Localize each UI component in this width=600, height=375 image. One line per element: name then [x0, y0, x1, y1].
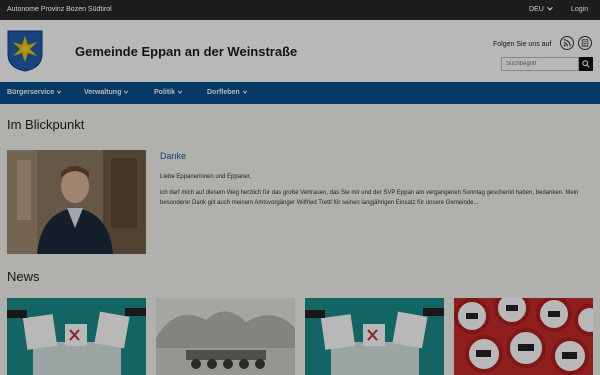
blickpunkt-heading: Im Blickpunkt — [7, 117, 85, 132]
rss-button[interactable] — [560, 36, 574, 50]
search-input[interactable] — [501, 57, 579, 71]
chevron-down-icon — [124, 90, 129, 95]
news-card-1[interactable] — [7, 298, 146, 375]
news-card-2[interactable] — [156, 298, 295, 375]
news-card-4[interactable] — [454, 298, 593, 375]
chevron-down-icon[interactable] — [546, 5, 554, 13]
nav-item-politik[interactable]: Politik — [154, 89, 183, 96]
news-heading: News — [7, 269, 40, 284]
newsletter-icon — [581, 39, 589, 47]
chevron-down-icon — [177, 90, 183, 95]
newsletter-button[interactable] — [578, 36, 592, 50]
search-button[interactable] — [579, 57, 593, 71]
article-title-link[interactable]: Danke — [160, 151, 186, 161]
nav-item-dorfleben[interactable]: Dorfleben — [207, 89, 248, 96]
site-title[interactable]: Gemeinde Eppan an der Weinstraße — [75, 44, 297, 59]
article-teaser: Liebe Eppanerinnen und Eppaner, ich darf… — [160, 172, 590, 214]
article-text: ich darf mich auf diesem Weg herzlich fü… — [160, 190, 579, 206]
nav-item-buergerservice[interactable]: Bürgerservice — [7, 89, 62, 96]
nav-item-verwaltung[interactable]: Verwaltung — [84, 89, 129, 96]
language-selector[interactable]: DEU — [529, 6, 544, 13]
top-bar: Autonome Provinz Bozen Südtirol DEU Logi… — [0, 0, 600, 20]
login-link[interactable]: Login — [571, 6, 588, 13]
follow-us-label: Folgen Sie uns auf — [493, 41, 552, 48]
article-greeting: Liebe Eppanerinnen und Eppaner, — [160, 174, 252, 180]
province-link[interactable]: Autonome Provinz Bozen Südtirol — [7, 6, 112, 13]
search-icon — [582, 60, 590, 68]
chevron-down-icon — [242, 90, 247, 95]
crest-logo[interactable] — [7, 30, 43, 72]
chevron-down-icon — [56, 90, 62, 95]
rss-icon — [563, 39, 571, 47]
main-navigation: Bürgerservice Verwaltung Politik Dorfleb… — [0, 82, 600, 104]
article-photo[interactable] — [7, 150, 146, 254]
news-card-3[interactable] — [305, 298, 444, 375]
site-header: Gemeinde Eppan an der Weinstraße Folgen … — [0, 20, 600, 82]
